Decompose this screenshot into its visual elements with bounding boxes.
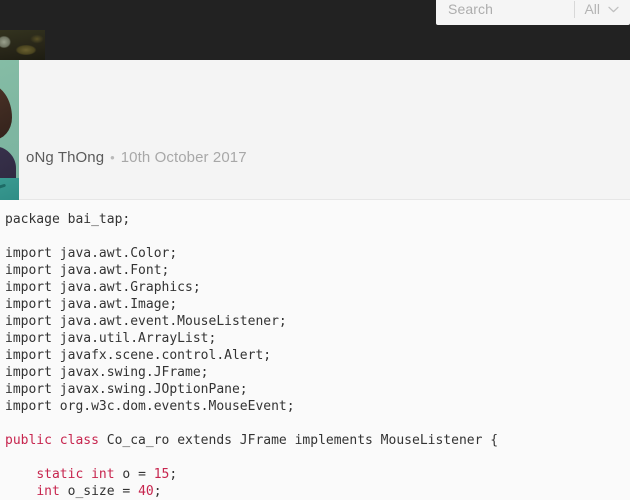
code-text: import java.util.ArrayList;	[5, 331, 217, 346]
code-text: import java.awt.Color;	[5, 246, 178, 261]
code-lines-container: package bai_tap; import java.awt.Color; i…	[5, 211, 630, 500]
code-line: import javafx.scene.control.Alert;	[5, 347, 630, 364]
search-scope-label: All	[584, 1, 600, 17]
code-text: ;	[153, 484, 162, 499]
code-line: import javax.swing.JOptionPane;	[5, 381, 630, 398]
search-input[interactable]: Search	[436, 0, 574, 19]
code-text: import javax.swing.JOptionPane;	[5, 382, 248, 397]
post-date: 10th October 2017	[120, 149, 247, 166]
post-author-name[interactable]: oNg ThOng	[26, 149, 104, 166]
search-divider	[574, 1, 576, 18]
avatar-hair	[0, 84, 12, 140]
code-line: static int o = 15;	[5, 466, 630, 483]
code-text: Co_ca_ro extends JFrame implements Mouse…	[98, 433, 499, 448]
code-text: import javax.swing.JFrame;	[5, 365, 209, 380]
code-line: import java.awt.Color;	[5, 245, 630, 262]
header-thumbnail-art	[0, 30, 45, 60]
code-keyword: int	[36, 484, 60, 499]
avatar[interactable]	[0, 60, 19, 200]
code-keyword: public class	[5, 433, 99, 448]
code-text: package bai_tap;	[5, 212, 131, 227]
code-text: ;	[169, 467, 178, 482]
code-line: import javax.swing.JFrame;	[5, 364, 630, 381]
code-line: import java.awt.event.MouseListener;	[5, 313, 630, 330]
code-text: import org.w3c.dom.events.MouseEvent;	[5, 399, 295, 414]
code-text: import javafx.scene.control.Alert;	[5, 348, 272, 363]
code-line: import java.awt.Image;	[5, 296, 630, 313]
post-meta: oNg ThOng • 10th October 2017	[26, 149, 247, 166]
avatar-collar	[0, 178, 19, 200]
avatar-image	[0, 60, 19, 200]
code-line: import java.awt.Font;	[5, 262, 630, 279]
code-keyword: 40	[138, 484, 154, 499]
code-line: import java.util.ArrayList;	[5, 330, 630, 347]
code-text: import java.awt.Font;	[5, 263, 170, 278]
code-line: public class Co_ca_ro extends JFrame imp…	[5, 432, 630, 449]
code-line: package bai_tap;	[5, 211, 630, 228]
meta-separator: •	[110, 150, 115, 165]
code-keyword: static int	[36, 467, 115, 482]
search-scope-dropdown[interactable]: All	[584, 0, 630, 19]
code-line: import java.awt.Graphics;	[5, 279, 630, 296]
chevron-down-icon	[608, 6, 619, 13]
code-block-divider	[0, 199, 630, 200]
code-text: import java.awt.Image;	[5, 297, 178, 312]
code-line: int o_size = 40;	[5, 483, 630, 500]
code-text: o =	[114, 467, 154, 482]
code-line: import org.w3c.dom.events.MouseEvent;	[5, 398, 630, 415]
code-text: o_size =	[59, 484, 139, 499]
code-keyword: 15	[153, 467, 170, 482]
search-placeholder: Search	[448, 1, 493, 17]
code-text: import java.awt.Graphics;	[5, 280, 201, 295]
header-thumbnail-image[interactable]	[0, 30, 45, 60]
code-text: import java.awt.event.MouseListener;	[5, 314, 287, 329]
search-box[interactable]: Search All	[436, 0, 630, 25]
code-block[interactable]: package bai_tap; import java.awt.Color; i…	[0, 200, 630, 500]
